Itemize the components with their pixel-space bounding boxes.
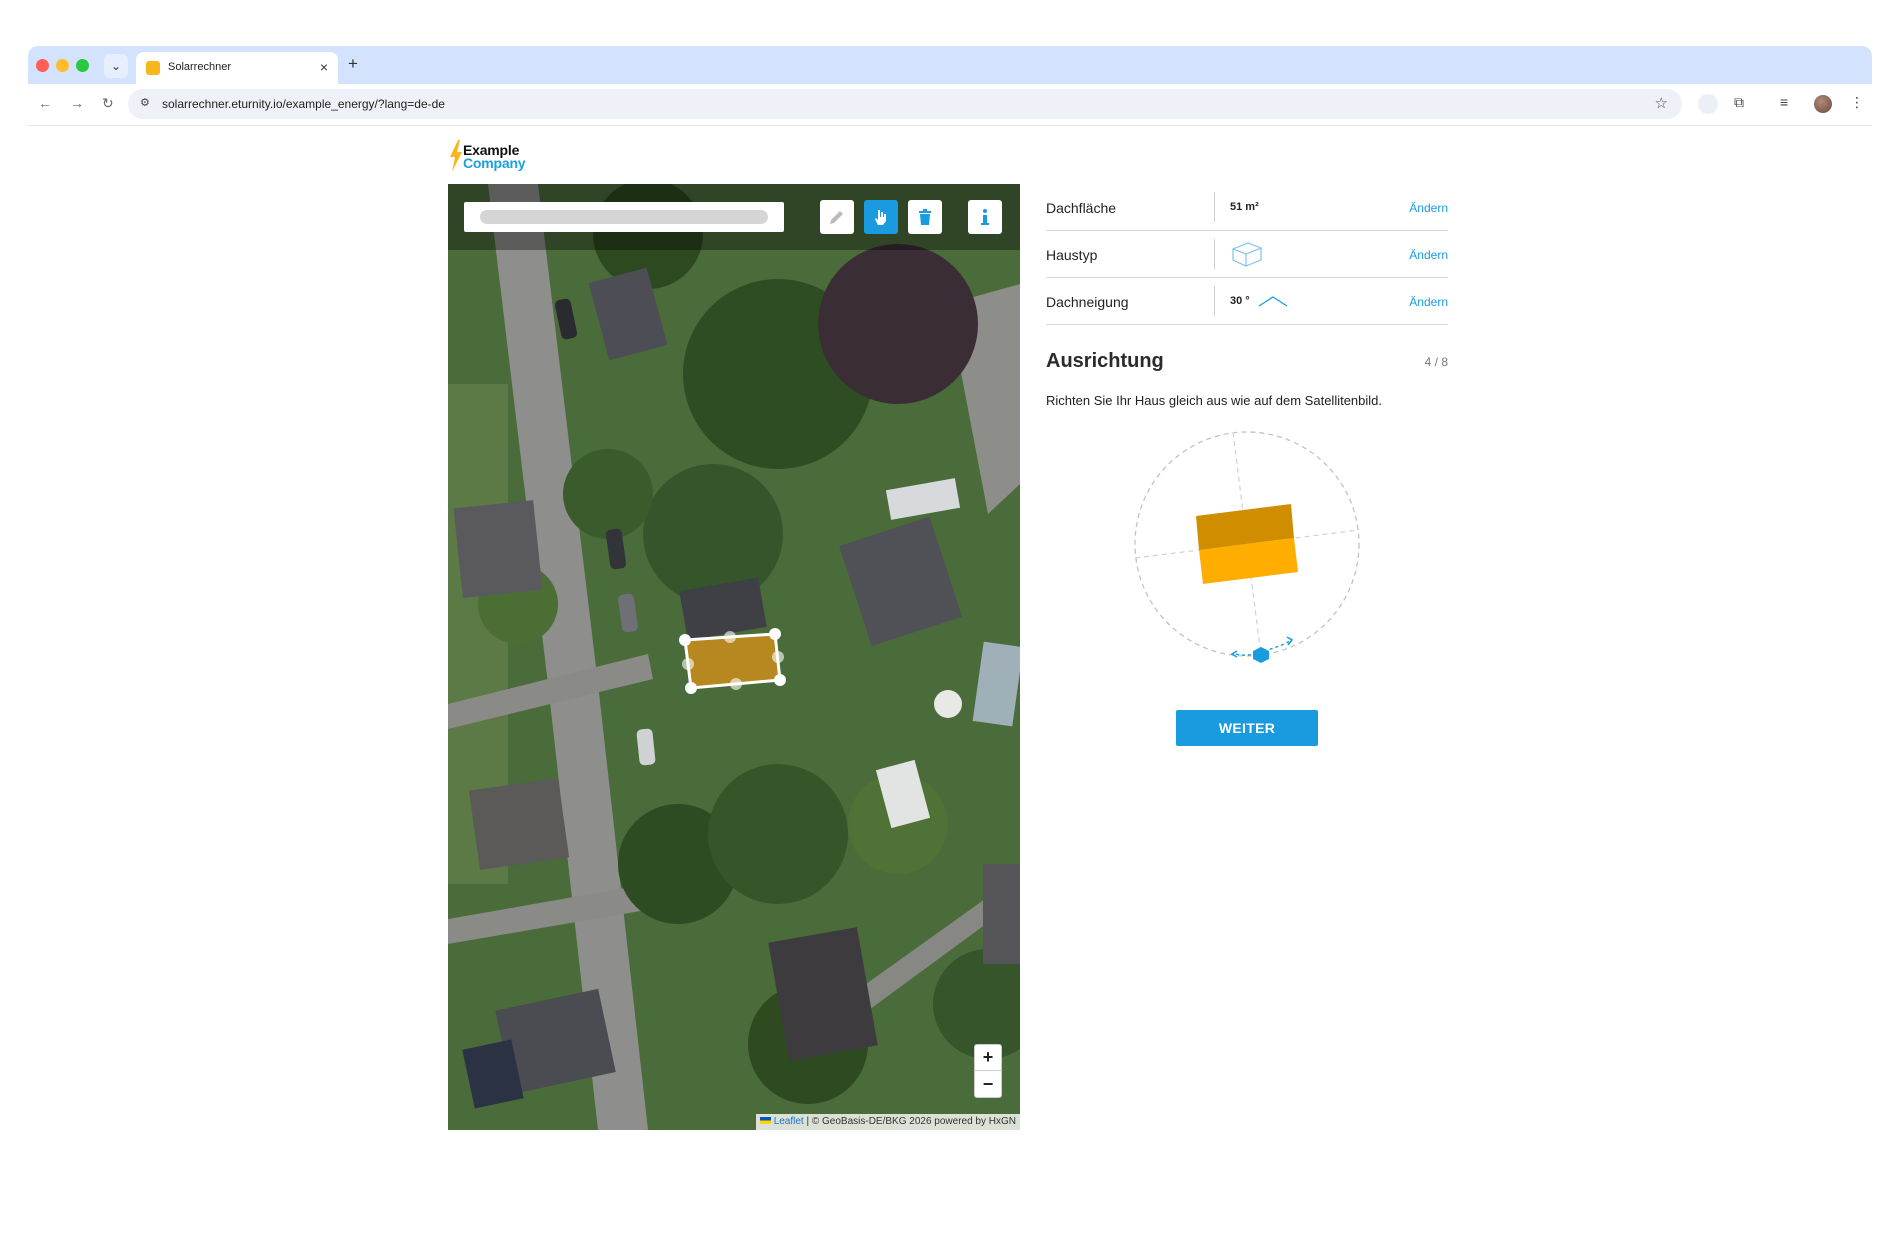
roof-pitch-value: 30 ° [1230, 295, 1250, 307]
url-text: solarrechner.eturnity.io/example_energy/… [162, 97, 445, 111]
info-icon [981, 209, 989, 225]
reload-icon[interactable]: ↻ [102, 95, 114, 112]
house-type-icon [1231, 242, 1263, 267]
logo-line-2: Company [463, 155, 526, 171]
tab-title: Solarrechner [168, 61, 231, 73]
menu-icon[interactable]: ⋮ [1850, 94, 1864, 111]
edit-pencil-button[interactable] [820, 200, 854, 234]
row-label: Haustyp [1046, 247, 1098, 263]
rotation-handle-icon[interactable] [1253, 647, 1269, 663]
info-button[interactable] [968, 200, 1002, 234]
company-logo: Example Company [449, 140, 549, 172]
map-attribution: Leaflet | © GeoBasis-DE/BKG 2026 powered… [755, 1114, 1020, 1130]
hand-icon [875, 210, 886, 225]
attribution-text: | © GeoBasis-DE/BKG 2026 powered by HxGN [803, 1116, 1016, 1127]
site-settings-icon[interactable]: ⚙ [140, 96, 150, 109]
summary-row-roof-pitch: Dachneigung 30 ° Ändern [1046, 278, 1448, 325]
extensions-icon[interactable]: ⧉ [1734, 94, 1744, 111]
divider [1214, 239, 1215, 269]
tab-strip: ⌄ Solarrechner × + [28, 46, 1872, 84]
delete-button[interactable] [908, 200, 942, 234]
bolt-icon [450, 140, 462, 172]
zoom-in-button[interactable]: + [975, 1045, 1001, 1071]
map-toolbar [448, 184, 1020, 250]
summary-row-roof-area: Dachfläche 51 m² Ändern [1046, 184, 1448, 231]
satellite-map[interactable]: + − Leaflet | © GeoBasis-DE/BKG 2026 pow… [448, 184, 1020, 1130]
section-title: Ausrichtung [1046, 350, 1164, 372]
next-button[interactable]: WEITER [1176, 710, 1318, 746]
address-bar[interactable]: ⚙ solarrechner.eturnity.io/example_energ… [128, 89, 1682, 119]
close-window-button[interactable] [36, 59, 49, 72]
roof-slope-icon [1258, 296, 1288, 307]
browser-window: ⌄ Solarrechner × + ← → ↻ ⚙ solarrechner.… [28, 46, 1872, 126]
media-controls-icon[interactable]: ≡ [1780, 94, 1788, 110]
back-icon[interactable]: ← [38, 95, 52, 111]
tab-close-icon[interactable]: × [320, 59, 328, 75]
row-label: Dachneigung [1046, 294, 1129, 310]
maximize-window-button[interactable] [76, 59, 89, 72]
redacted-address [480, 210, 768, 224]
step-counter: 4 / 8 [1424, 355, 1448, 369]
ukraine-flag-icon [759, 1117, 771, 1124]
change-house-type-link[interactable]: Ändern [1409, 248, 1448, 262]
satellite-imagery [448, 184, 1020, 1130]
avatar[interactable] [1814, 95, 1832, 113]
divider [1214, 192, 1215, 222]
row-label: Dachfläche [1046, 200, 1117, 216]
forward-icon[interactable]: → [70, 95, 84, 111]
zoom-out-button[interactable]: − [975, 1071, 1001, 1097]
browser-toolbar: ← → ↻ ⚙ solarrechner.eturnity.io/example… [28, 84, 1872, 126]
favicon-icon [146, 61, 160, 75]
divider [1214, 286, 1215, 316]
minimize-window-button[interactable] [56, 59, 69, 72]
address-search-field[interactable] [464, 202, 784, 232]
trash-icon [919, 209, 931, 225]
zoom-control: + − [974, 1044, 1002, 1098]
change-roof-area-link[interactable]: Ändern [1409, 201, 1448, 215]
roof-area-value: 51 m² [1230, 201, 1259, 213]
summary-row-house-type: Haustyp Ändern [1046, 231, 1448, 278]
pencil-icon [830, 211, 843, 224]
section-description: Richten Sie Ihr Haus gleich aus wie auf … [1046, 393, 1383, 408]
new-tab-button[interactable]: + [348, 54, 358, 74]
rotate-right-arrow-icon [1286, 636, 1294, 646]
change-roof-pitch-link[interactable]: Ändern [1409, 295, 1448, 309]
orientation-compass[interactable] [1130, 430, 1364, 664]
move-hand-button[interactable] [864, 200, 898, 234]
leaflet-link[interactable]: Leaflet [774, 1116, 804, 1127]
profile-chip[interactable] [1698, 94, 1718, 114]
bookmark-star-icon[interactable]: ☆ [1655, 94, 1668, 112]
tab-search-button[interactable]: ⌄ [104, 54, 128, 78]
browser-tab[interactable]: Solarrechner × [136, 52, 338, 84]
